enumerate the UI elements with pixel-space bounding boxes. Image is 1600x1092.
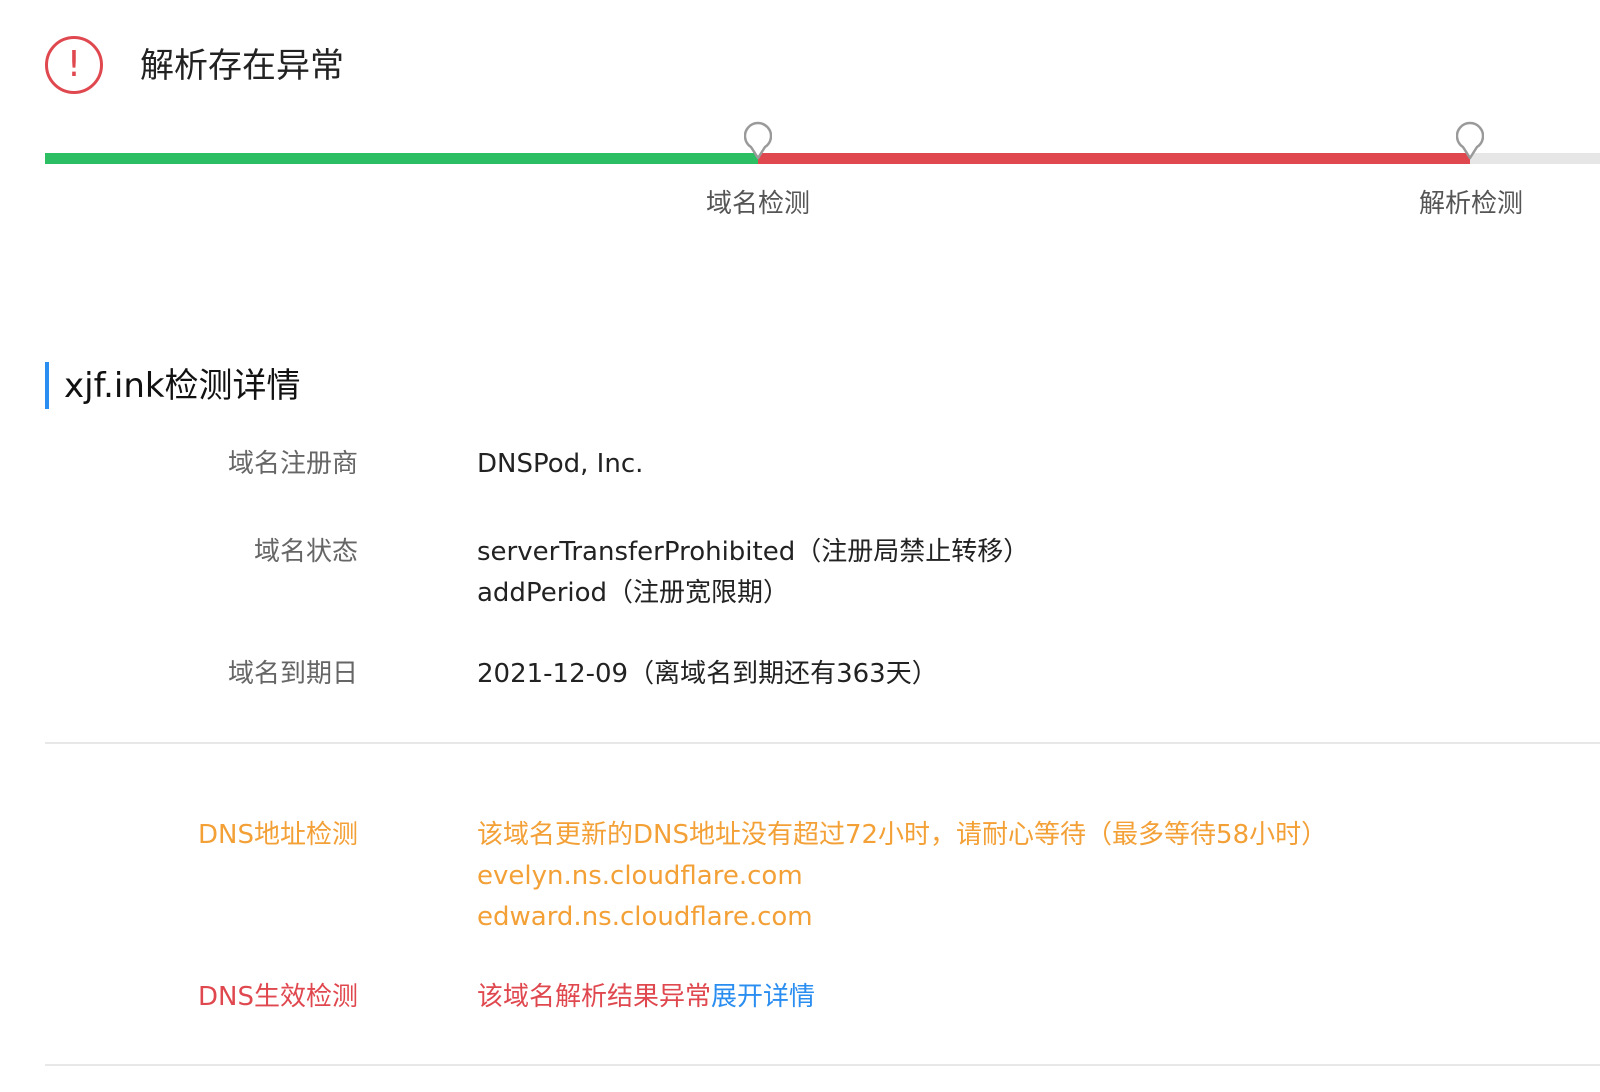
dns-effect-check-row: 该域名解析结果异常展开详情	[477, 977, 815, 1018]
section-accent-bar	[45, 362, 49, 409]
step-marker-icon	[1456, 121, 1484, 160]
divider	[45, 742, 1600, 744]
domain-status-value: serverTransferProhibited（注册局禁止转移）	[477, 537, 1030, 567]
progress-segment-error	[758, 153, 1470, 164]
expand-details-link[interactable]: 展开详情	[711, 982, 815, 1012]
expiry-value: 2021-12-09（离域名到期还有363天）	[477, 659, 938, 689]
dns-address-check-label: DNS地址检测	[198, 820, 358, 850]
expiry-label: 域名到期日	[227, 659, 358, 689]
exclamation-circle-icon: !	[45, 36, 103, 94]
exclamation-glyph: !	[66, 44, 82, 85]
nameserver-item: evelyn.ns.cloudflare.com	[477, 861, 803, 891]
progress-segment-pending	[1470, 153, 1600, 164]
registrar-label: 域名注册商	[227, 449, 358, 479]
dns-effect-check-message: 该域名解析结果异常	[477, 982, 712, 1012]
step-label-domain-check: 域名检测	[705, 189, 811, 219]
registrar-value: DNSPod, Inc.	[477, 449, 644, 479]
status-title: 解析存在异常	[140, 46, 344, 86]
dns-address-check-message: 该域名更新的DNS地址没有超过72小时，请耐心等待（最多等待58小时）	[477, 820, 1328, 850]
section-title: xjf.ink检测详情	[64, 366, 301, 406]
step-label-dns-check: 解析检测	[1418, 189, 1524, 219]
domain-status-label: 域名状态	[253, 537, 358, 567]
divider	[45, 1064, 1600, 1066]
step-marker-icon	[744, 121, 772, 160]
domain-status-value: addPeriod（注册宽限期）	[477, 578, 790, 608]
dns-effect-check-label: DNS生效检测	[198, 982, 358, 1012]
progress-segment-done	[45, 153, 758, 164]
nameserver-item: edward.ns.cloudflare.com	[477, 902, 813, 932]
